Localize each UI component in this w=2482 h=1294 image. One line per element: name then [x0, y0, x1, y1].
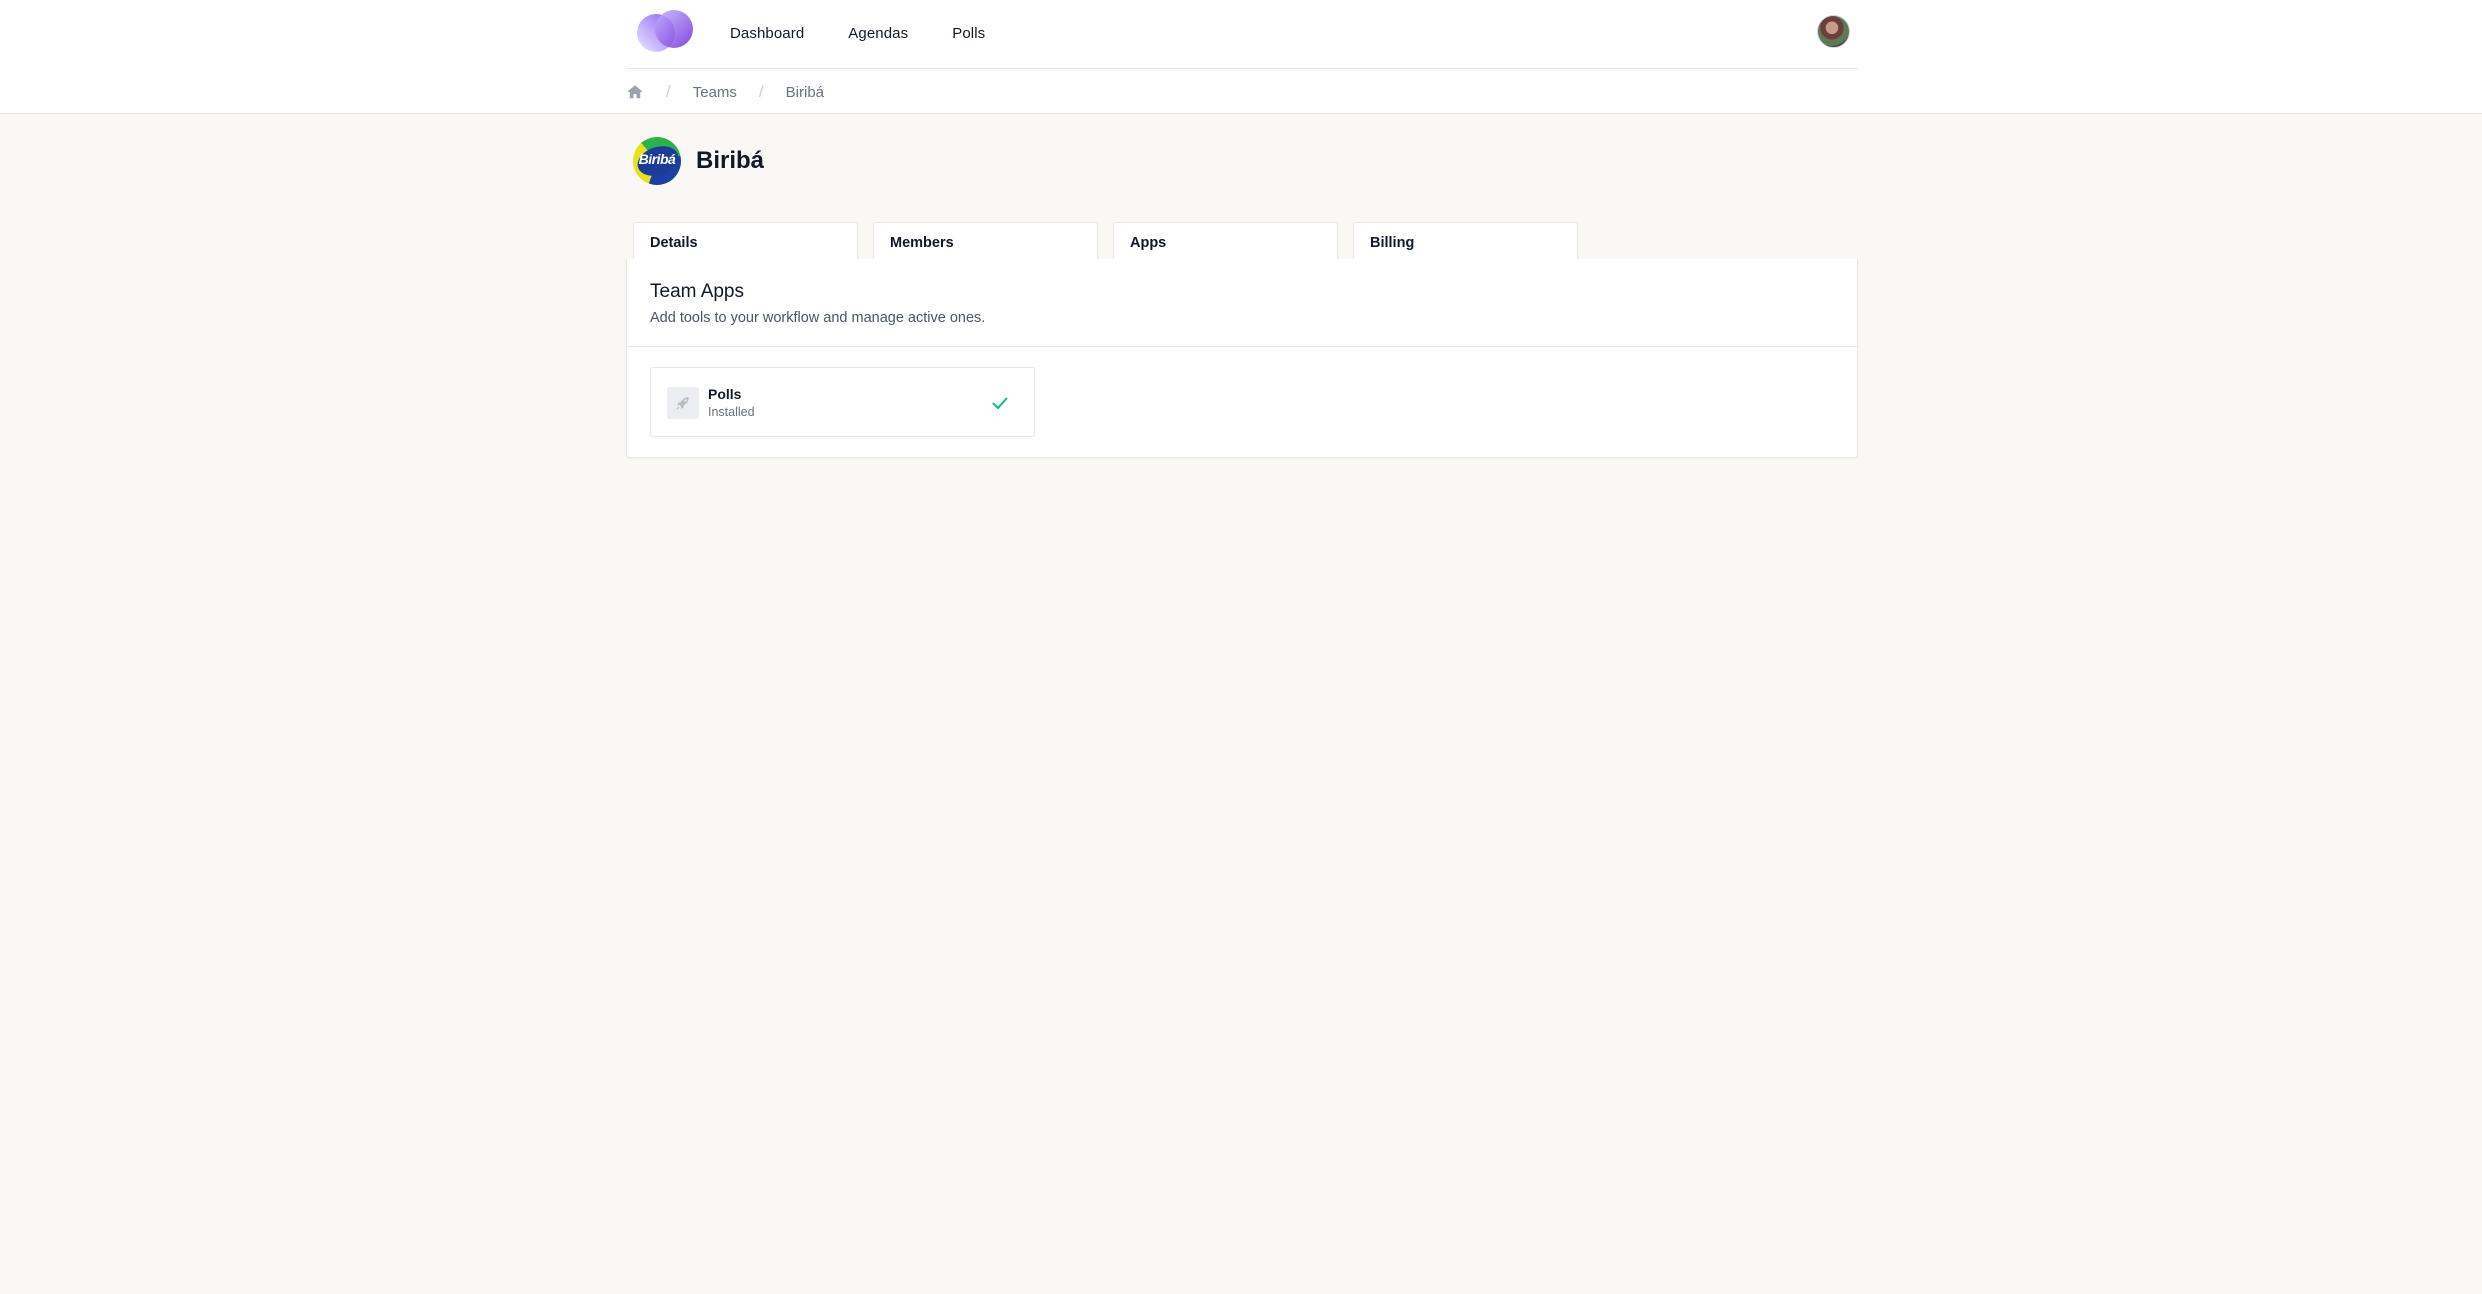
card-header: Team Apps Add tools to your workflow and… [627, 259, 1857, 347]
app-name: Polls [708, 386, 742, 402]
home-icon[interactable] [626, 83, 644, 101]
nav-link-agendas[interactable]: Agendas [848, 25, 908, 42]
tab-members[interactable]: Members [873, 222, 1098, 260]
team-header: Biribá Biribá [633, 137, 764, 185]
nav-link-dashboard[interactable]: Dashboard [730, 25, 804, 42]
tab-apps[interactable]: Apps [1113, 222, 1338, 260]
breadcrumb-teams[interactable]: Teams [693, 84, 737, 101]
team-logo: Biribá [633, 137, 681, 185]
user-avatar[interactable] [1817, 15, 1850, 48]
team-apps-card: Team Apps Add tools to your workflow and… [626, 259, 1858, 458]
top-navbar: Dashboard Agendas Polls / Teams / Biribá [0, 0, 2482, 114]
team-tabs: Details Members Apps Billing [633, 222, 1578, 260]
nav-bar: Dashboard Agendas Polls [626, 0, 1858, 69]
app-tile-polls[interactable]: Polls Installed [650, 367, 1035, 437]
breadcrumb-current-team[interactable]: Biribá [786, 84, 824, 101]
section-description: Add tools to your workflow and manage ac… [650, 310, 986, 326]
rocket-icon [667, 387, 699, 419]
main-nav: Dashboard Agendas Polls [730, 0, 985, 66]
breadcrumb-separator: / [666, 82, 671, 101]
brand-logo-icon[interactable] [634, 10, 696, 52]
check-icon [992, 397, 1008, 409]
team-name: Biribá [696, 147, 765, 174]
tab-billing[interactable]: Billing [1353, 222, 1578, 260]
app-status: Installed [708, 405, 755, 419]
breadcrumb: / Teams / Biribá [626, 78, 824, 106]
tab-details[interactable]: Details [633, 222, 858, 260]
nav-link-polls[interactable]: Polls [952, 25, 985, 42]
section-title: Team Apps [650, 281, 744, 302]
team-logo-text: Biribá [638, 151, 676, 167]
breadcrumb-separator: / [758, 82, 764, 101]
